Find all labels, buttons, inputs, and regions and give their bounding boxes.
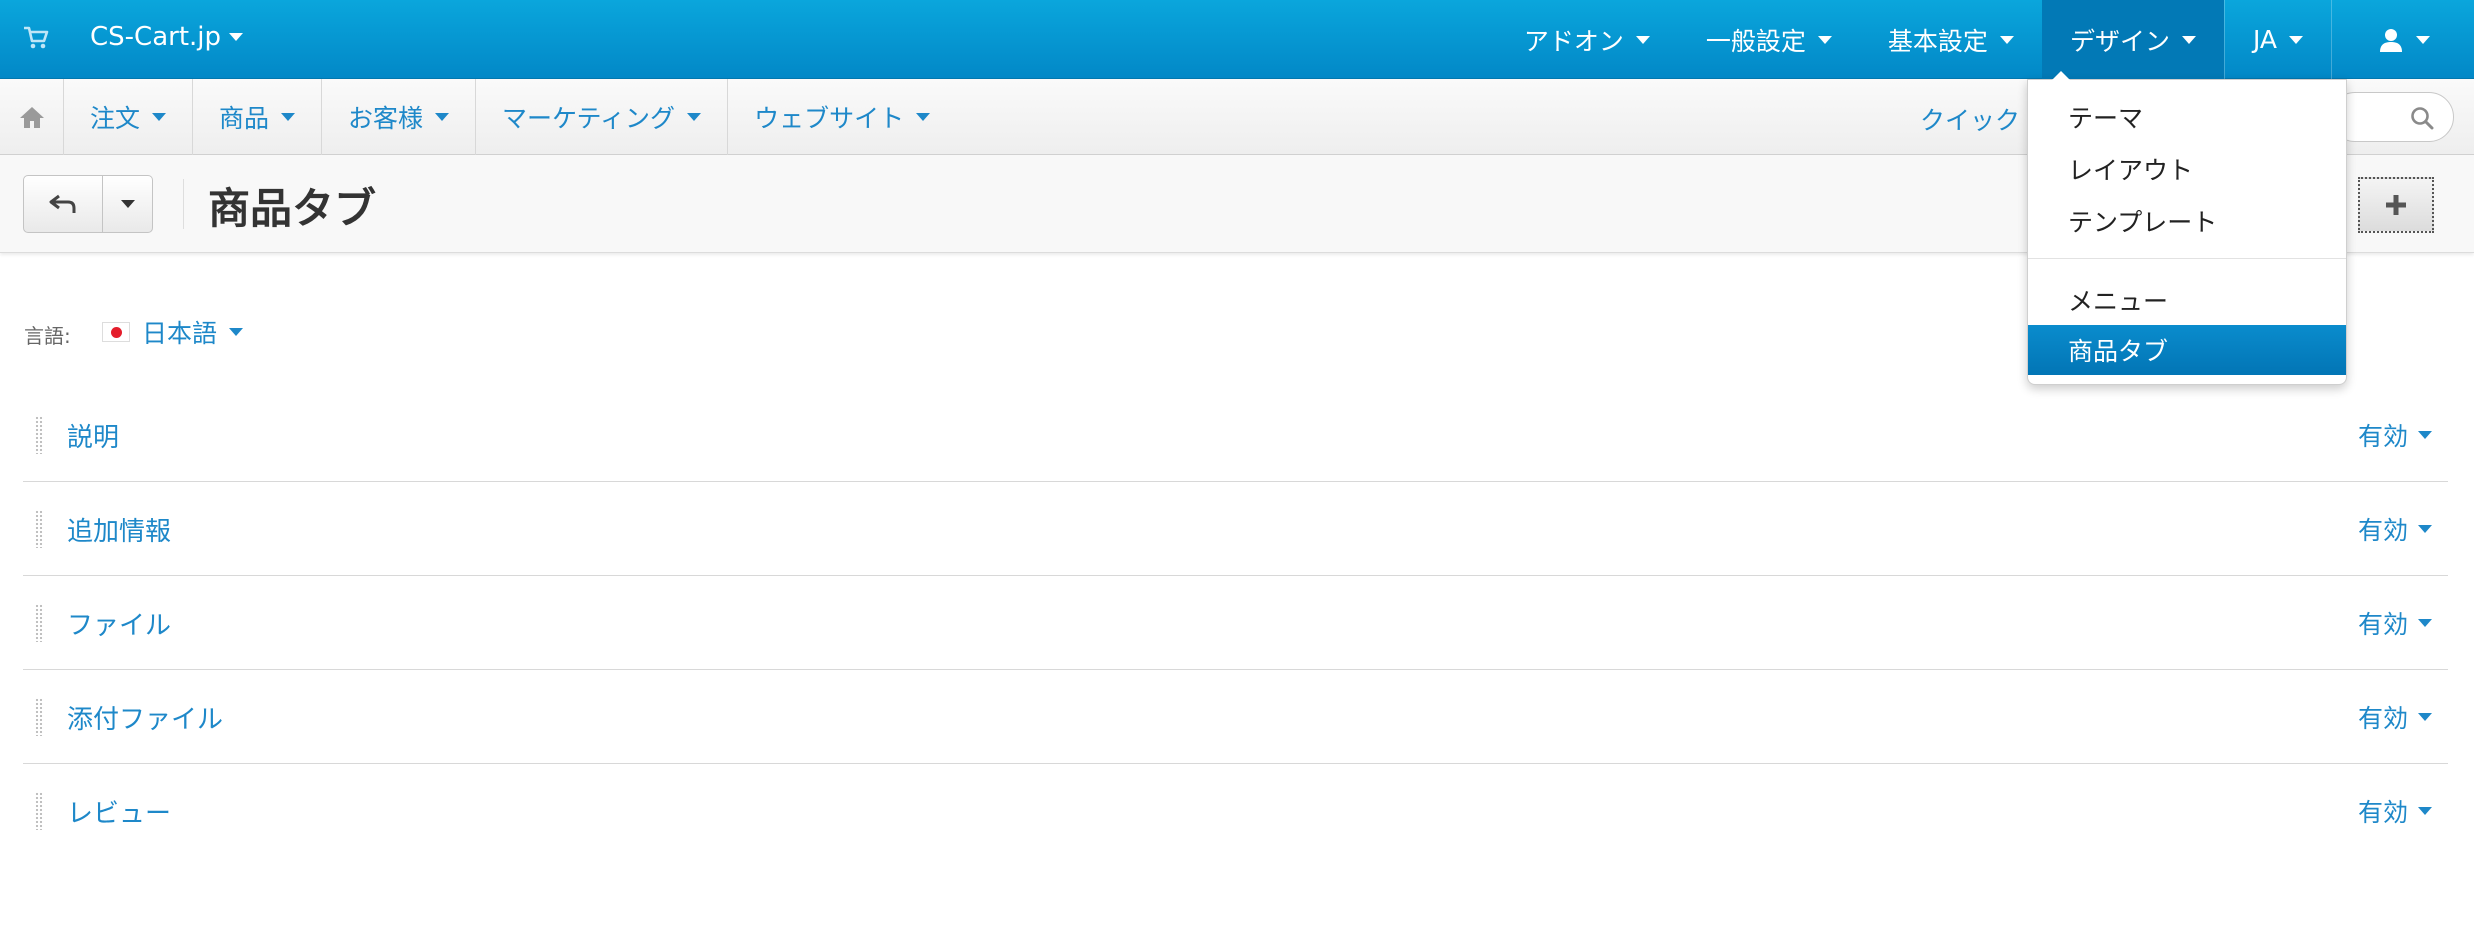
menu-design[interactable]: デザイン [2041, 0, 2224, 79]
status-dropdown[interactable]: 有効 [2358, 511, 2432, 547]
menu-basic-settings[interactable]: 基本設定 [1860, 0, 2042, 79]
subnav-items: 注文 商品 お客様 マーケティング ウェブサイト [64, 79, 956, 155]
menu-item-themes[interactable]: テーマ [2028, 92, 2346, 142]
chevron-down-icon [229, 33, 244, 41]
language-label: 言語: [24, 324, 71, 348]
chevron-down-icon [120, 200, 135, 208]
toolbar-divider [183, 179, 184, 229]
search-icon[interactable] [2409, 105, 2435, 131]
quick-search-label[interactable]: クイック [1920, 101, 2020, 137]
page-title: 商品タブ [208, 184, 377, 233]
plus-icon [2386, 195, 2406, 215]
subnav-orders[interactable]: 注文 [64, 79, 194, 155]
chevron-down-icon [435, 113, 450, 121]
subnav-products-label: 商品 [219, 104, 270, 133]
subnav-website-label: ウェブサイト [754, 104, 905, 133]
chevron-down-icon [2418, 713, 2432, 721]
add-tab-button[interactable] [2358, 177, 2434, 233]
list-item: レビュー 有効 [23, 764, 2448, 858]
subnav-marketing[interactable]: マーケティング [476, 79, 729, 155]
menu-design-label: デザイン [2069, 26, 2170, 56]
subnav-customers-label: お客様 [348, 104, 424, 133]
status-label: 有効 [2357, 798, 2408, 827]
chevron-down-icon [2418, 807, 2432, 815]
back-history-dropdown[interactable] [103, 175, 153, 233]
drag-handle-icon[interactable] [35, 698, 44, 736]
status-dropdown[interactable]: 有効 [2358, 605, 2432, 641]
list-item: 追加情報 有効 [23, 482, 2448, 576]
chevron-down-icon [229, 328, 244, 336]
tab-name-link[interactable]: 説明 [67, 417, 119, 454]
subnav-marketing-label: マーケティング [502, 104, 676, 133]
subnav-customers[interactable]: お客様 [322, 79, 477, 155]
chevron-down-icon [2418, 431, 2432, 439]
language-selector[interactable]: 日本語 [102, 314, 244, 350]
top-menu: アドオン 一般設定 基本設定 デザイン JA [1496, 0, 2474, 79]
status-label: 有効 [2357, 610, 2408, 639]
menu-language[interactable]: JA [2223, 0, 2331, 79]
list-item: ファイル 有効 [23, 576, 2448, 670]
menu-user[interactable] [2331, 0, 2474, 79]
drag-handle-icon[interactable] [35, 604, 44, 642]
status-dropdown[interactable]: 有効 [2358, 417, 2432, 453]
list-item: 説明 有効 [23, 388, 2448, 482]
drag-handle-icon[interactable] [35, 416, 44, 454]
cart-icon[interactable] [22, 24, 50, 52]
tab-name-link[interactable]: レビュー [67, 793, 171, 830]
status-dropdown[interactable]: 有効 [2358, 699, 2432, 735]
menu-item-product-tabs[interactable]: 商品タブ [2028, 325, 2346, 375]
status-dropdown[interactable]: 有効 [2358, 793, 2432, 829]
product-tabs-list: 説明 有効 追加情報 有効 ファイル 有効 添付ファイル 有効 レビュー 有効 [23, 388, 2448, 858]
status-label: 有効 [2357, 704, 2408, 733]
tab-name-link[interactable]: ファイル [67, 605, 171, 642]
japan-flag-icon [102, 322, 130, 342]
chevron-down-icon [1817, 35, 1832, 44]
back-button[interactable] [23, 175, 103, 233]
subnav-website[interactable]: ウェブサイト [728, 79, 956, 155]
top-bar: CS-Cart.jp アドオン 一般設定 基本設定 デザイン JA [0, 0, 2474, 79]
chevron-down-icon [2416, 35, 2430, 44]
store-brand-dropdown[interactable]: CS-Cart.jp [90, 22, 244, 52]
design-dropdown-menu: テーマ レイアウト テンプレート メニュー 商品タブ [2027, 71, 2347, 385]
quick-search-input[interactable] [2330, 92, 2454, 142]
menu-item-menus[interactable]: メニュー [2028, 275, 2346, 325]
chevron-down-icon [2181, 35, 2196, 44]
menu-item-templates[interactable]: テンプレート [2028, 196, 2346, 246]
menu-basic-settings-label: 基本設定 [1887, 26, 1988, 56]
subnav-orders-label: 注文 [90, 104, 141, 133]
chevron-down-icon [1999, 35, 2014, 44]
chevron-down-icon [2289, 35, 2303, 44]
drag-handle-icon[interactable] [35, 792, 44, 830]
chevron-down-icon [1635, 35, 1650, 44]
chevron-down-icon [2418, 619, 2432, 627]
menu-addons-label: アドオン [1523, 26, 1624, 56]
chevron-down-icon [152, 113, 167, 121]
chevron-down-icon [687, 113, 702, 121]
menu-divider [2028, 258, 2346, 259]
home-icon [19, 107, 44, 128]
chevron-down-icon [281, 113, 296, 121]
list-item: 添付ファイル 有効 [23, 670, 2448, 764]
store-brand-label: CS-Cart.jp [90, 22, 222, 52]
home-button[interactable] [0, 79, 64, 155]
chevron-down-icon [916, 113, 931, 121]
menu-general-settings[interactable]: 一般設定 [1678, 0, 1860, 79]
status-label: 有効 [2357, 422, 2408, 451]
language-value: 日本語 [142, 319, 218, 348]
back-arrow-icon [49, 194, 76, 213]
menu-item-layouts[interactable]: レイアウト [2028, 144, 2346, 194]
tab-name-link[interactable]: 添付ファイル [67, 699, 223, 736]
status-label: 有効 [2357, 516, 2408, 545]
subnav-products[interactable]: 商品 [193, 79, 323, 155]
menu-language-label: JA [2252, 25, 2277, 54]
drag-handle-icon[interactable] [35, 510, 44, 548]
menu-addons[interactable]: アドオン [1496, 0, 1678, 79]
menu-general-settings-label: 一般設定 [1705, 26, 1806, 56]
chevron-down-icon [2418, 525, 2432, 533]
back-button-group [23, 175, 153, 233]
user-icon [2380, 28, 2402, 52]
tab-name-link[interactable]: 追加情報 [67, 511, 171, 548]
